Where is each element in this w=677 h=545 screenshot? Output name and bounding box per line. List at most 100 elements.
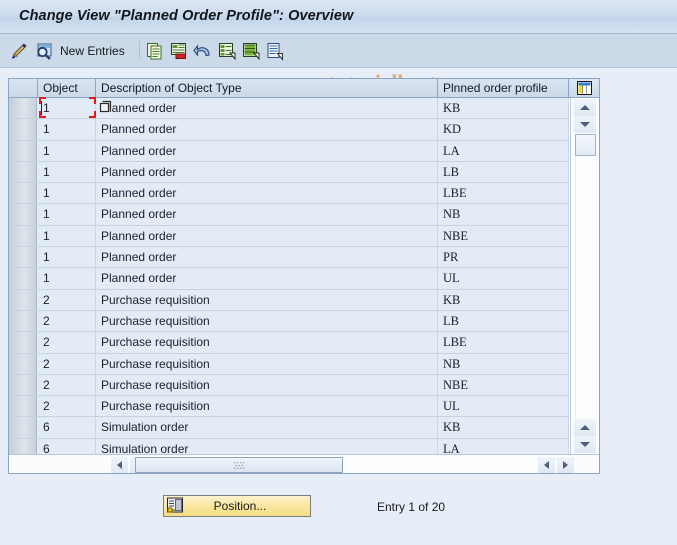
cell-profile[interactable]: NB (438, 353, 569, 374)
cell-profile[interactable]: LA (438, 140, 569, 161)
cell-description[interactable]: Planned order (96, 204, 438, 225)
cell-object[interactable]: 1 (38, 98, 96, 119)
cell-description[interactable]: Purchase requisition (96, 310, 438, 332)
cell-description[interactable]: Planned order (96, 183, 438, 204)
scroll-left-button-right[interactable] (538, 457, 555, 473)
cell-profile[interactable]: KB (438, 289, 569, 310)
table-row[interactable]: 2 Purchase requisition LB (9, 310, 569, 333)
cell-profile[interactable]: LBE (438, 183, 569, 204)
row-select-button[interactable] (9, 353, 37, 374)
cell-description[interactable]: Purchase requisition (96, 332, 438, 353)
row-select-button[interactable] (9, 289, 37, 310)
cell-object[interactable]: 2 (38, 289, 96, 310)
row-select-button[interactable] (9, 247, 37, 268)
cell-profile[interactable]: NBE (438, 225, 569, 247)
row-select-button[interactable] (9, 204, 37, 225)
scroll-up-bottom-button[interactable] (574, 419, 596, 436)
scroll-down-bottom-button[interactable] (574, 436, 596, 453)
cell-description[interactable]: Planned order (96, 247, 438, 268)
cell-profile[interactable]: LB (438, 310, 569, 332)
cell-object[interactable]: 6 (38, 417, 96, 438)
cell-description[interactable]: Purchase requisition (96, 289, 438, 310)
column-header-description[interactable]: Description of Object Type (96, 79, 438, 97)
row-select-button[interactable] (9, 417, 37, 438)
variant-icon[interactable] (263, 39, 286, 62)
table-row[interactable]: 2 Purchase requisition NB (9, 353, 569, 375)
vertical-scrollbar-track[interactable] (575, 156, 596, 418)
cell-profile[interactable]: UL (438, 268, 569, 289)
row-select-button[interactable] (9, 396, 37, 417)
table-row[interactable]: 1 Planned order NB (9, 204, 569, 226)
cell-description[interactable]: Planned order (96, 98, 438, 119)
position-button[interactable]: Position... (163, 495, 311, 517)
row-select-button[interactable] (9, 140, 37, 161)
cell-profile[interactable]: KB (438, 417, 569, 438)
table-row[interactable]: 2 Purchase requisition NBE (9, 374, 569, 397)
cell-description[interactable]: Planned order (96, 119, 438, 140)
column-header-select[interactable] (9, 79, 38, 97)
cell-description[interactable]: Planned order (96, 225, 438, 247)
cell-profile[interactable]: NBE (438, 374, 569, 396)
scroll-up-top-button[interactable] (574, 99, 596, 116)
row-select-button[interactable] (9, 225, 37, 247)
table-row[interactable]: 1 Planned order LBE (9, 183, 569, 205)
cell-object[interactable]: 1 (38, 161, 96, 183)
cell-object[interactable]: 2 (38, 332, 96, 353)
column-header-profile[interactable]: Plnned order profile (438, 79, 569, 97)
cell-object[interactable]: 1 (38, 247, 96, 268)
table-row[interactable]: 1 Planned order PR (9, 247, 569, 269)
horizontal-scrollbar-track[interactable] (343, 457, 537, 473)
horizontal-scrollbar-thumb[interactable] (135, 457, 343, 473)
row-select-button[interactable] (9, 310, 37, 332)
cell-object[interactable]: 2 (38, 396, 96, 417)
cell-profile[interactable]: UL (438, 396, 569, 417)
table-row[interactable]: 1 Planned order KB (9, 97, 569, 120)
cell-object[interactable]: 1 (38, 268, 96, 289)
row-select-button[interactable] (9, 161, 37, 183)
cell-object[interactable]: 1 (38, 140, 96, 161)
cell-description[interactable]: Purchase requisition (96, 353, 438, 374)
cell-profile[interactable]: KD (438, 119, 569, 140)
row-select-button[interactable] (9, 332, 37, 353)
cell-object[interactable]: 1 (38, 183, 96, 204)
table-row[interactable]: 1 Planned order LA (9, 140, 569, 162)
vertical-scrollbar[interactable] (570, 98, 599, 454)
table-row[interactable]: 1 Planned order KD (9, 119, 569, 141)
new-entries-button[interactable]: New Entries (60, 44, 125, 58)
scroll-down-top-button[interactable] (574, 116, 596, 133)
cell-description[interactable]: Purchase requisition (96, 374, 438, 396)
cell-profile[interactable]: LB (438, 161, 569, 183)
row-select-button[interactable] (9, 119, 37, 140)
delete-icon[interactable] (167, 39, 190, 62)
cell-profile[interactable]: LBE (438, 332, 569, 353)
scroll-right-button[interactable] (557, 457, 574, 473)
table-row[interactable]: 2 Purchase requisition LBE (9, 332, 569, 354)
cell-profile[interactable]: PR (438, 247, 569, 268)
horizontal-scrollbar[interactable] (9, 454, 599, 473)
vertical-scrollbar-thumb[interactable] (575, 134, 596, 156)
table-row[interactable]: 2 Purchase requisition UL (9, 396, 569, 418)
cell-description[interactable]: Planned order (96, 161, 438, 183)
deselect-all-icon[interactable] (239, 39, 262, 62)
cell-object[interactable]: 2 (38, 353, 96, 374)
display-change-icon[interactable] (8, 39, 31, 62)
cell-object[interactable]: 1 (38, 204, 96, 225)
copy-icon[interactable] (143, 39, 166, 62)
select-all-icon[interactable] (215, 39, 238, 62)
check-entries-icon[interactable] (32, 39, 55, 62)
table-row[interactable]: 1 Planned order NBE (9, 225, 569, 248)
scroll-left-button[interactable] (111, 457, 128, 473)
row-select-button[interactable] (9, 268, 37, 289)
cell-object[interactable]: 1 (38, 119, 96, 140)
cell-description[interactable]: Purchase requisition (96, 396, 438, 417)
cell-description[interactable]: Planned order (96, 268, 438, 289)
cell-description[interactable]: Simulation order (96, 417, 438, 438)
row-select-button[interactable] (9, 374, 37, 396)
table-settings-icon[interactable] (570, 79, 598, 97)
cell-object[interactable]: 2 (38, 310, 96, 332)
undo-icon[interactable] (191, 39, 214, 62)
column-header-object[interactable]: Object (38, 79, 96, 97)
cell-profile[interactable]: NB (438, 204, 569, 225)
table-row[interactable]: 1 Planned order LB (9, 161, 569, 184)
table-row[interactable]: 2 Purchase requisition KB (9, 289, 569, 311)
